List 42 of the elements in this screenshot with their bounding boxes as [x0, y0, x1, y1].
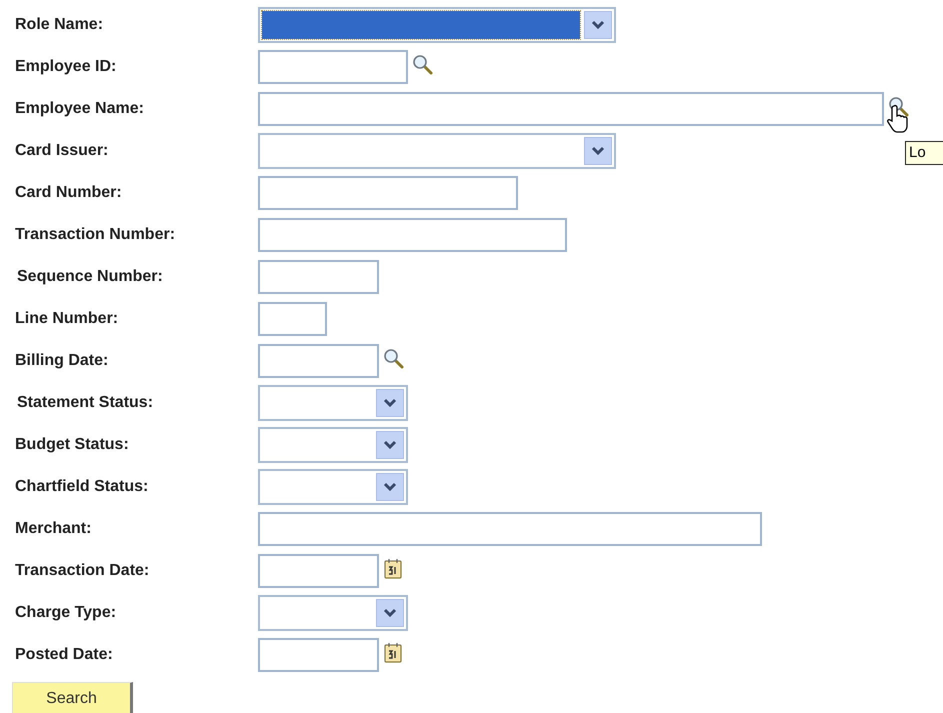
chevron-icon	[591, 20, 605, 30]
field-label: Card Issuer:	[14, 142, 110, 160]
field-label: Transaction Date:	[14, 562, 150, 580]
dropdown-field[interactable]	[258, 7, 616, 43]
dropdown-field[interactable]	[258, 595, 408, 631]
input-field[interactable]	[258, 176, 518, 210]
field-label: Card Number:	[14, 184, 123, 202]
field-label: Charge Type:	[14, 604, 118, 622]
chevron-icon	[383, 440, 397, 450]
field-label: Sequence Number:	[16, 268, 164, 286]
chevron-icon	[383, 482, 397, 492]
input-field[interactable]	[258, 344, 379, 378]
field-label: Transaction Number:	[14, 226, 176, 244]
field-label: Employee Name:	[14, 100, 145, 118]
dropdown-field[interactable]	[258, 427, 408, 463]
chevron-icon	[591, 146, 605, 156]
field-label: Billing Date:	[14, 352, 110, 370]
input-field[interactable]	[258, 92, 884, 126]
chevron-icon	[383, 608, 397, 618]
input-field[interactable]	[258, 512, 762, 546]
dropdown-field[interactable]	[258, 469, 408, 505]
field-label: Line Number:	[14, 310, 120, 328]
chevron-icon	[383, 398, 397, 408]
input-field[interactable]	[258, 260, 379, 294]
input-field[interactable]	[258, 554, 379, 588]
calendar-icon[interactable]	[384, 642, 402, 662]
calendar-icon[interactable]	[384, 558, 402, 578]
input-field[interactable]	[258, 302, 327, 336]
dropdown-field[interactable]	[258, 133, 616, 169]
field-label: Budget Status:	[14, 436, 130, 454]
input-field[interactable]	[258, 638, 379, 672]
dropdown-field[interactable]	[258, 385, 408, 421]
input-field[interactable]	[258, 218, 567, 252]
field-label: Statement Status:	[16, 394, 154, 412]
field-label: Employee ID:	[14, 58, 118, 76]
input-field[interactable]	[258, 50, 408, 84]
field-label: Chartfield Status:	[14, 478, 150, 496]
search-button[interactable]: Search	[12, 682, 133, 713]
field-label: Role Name:	[14, 16, 104, 34]
field-label: Merchant:	[14, 520, 92, 538]
tooltip: Lo	[905, 141, 943, 165]
field-label: Posted Date:	[14, 646, 114, 664]
